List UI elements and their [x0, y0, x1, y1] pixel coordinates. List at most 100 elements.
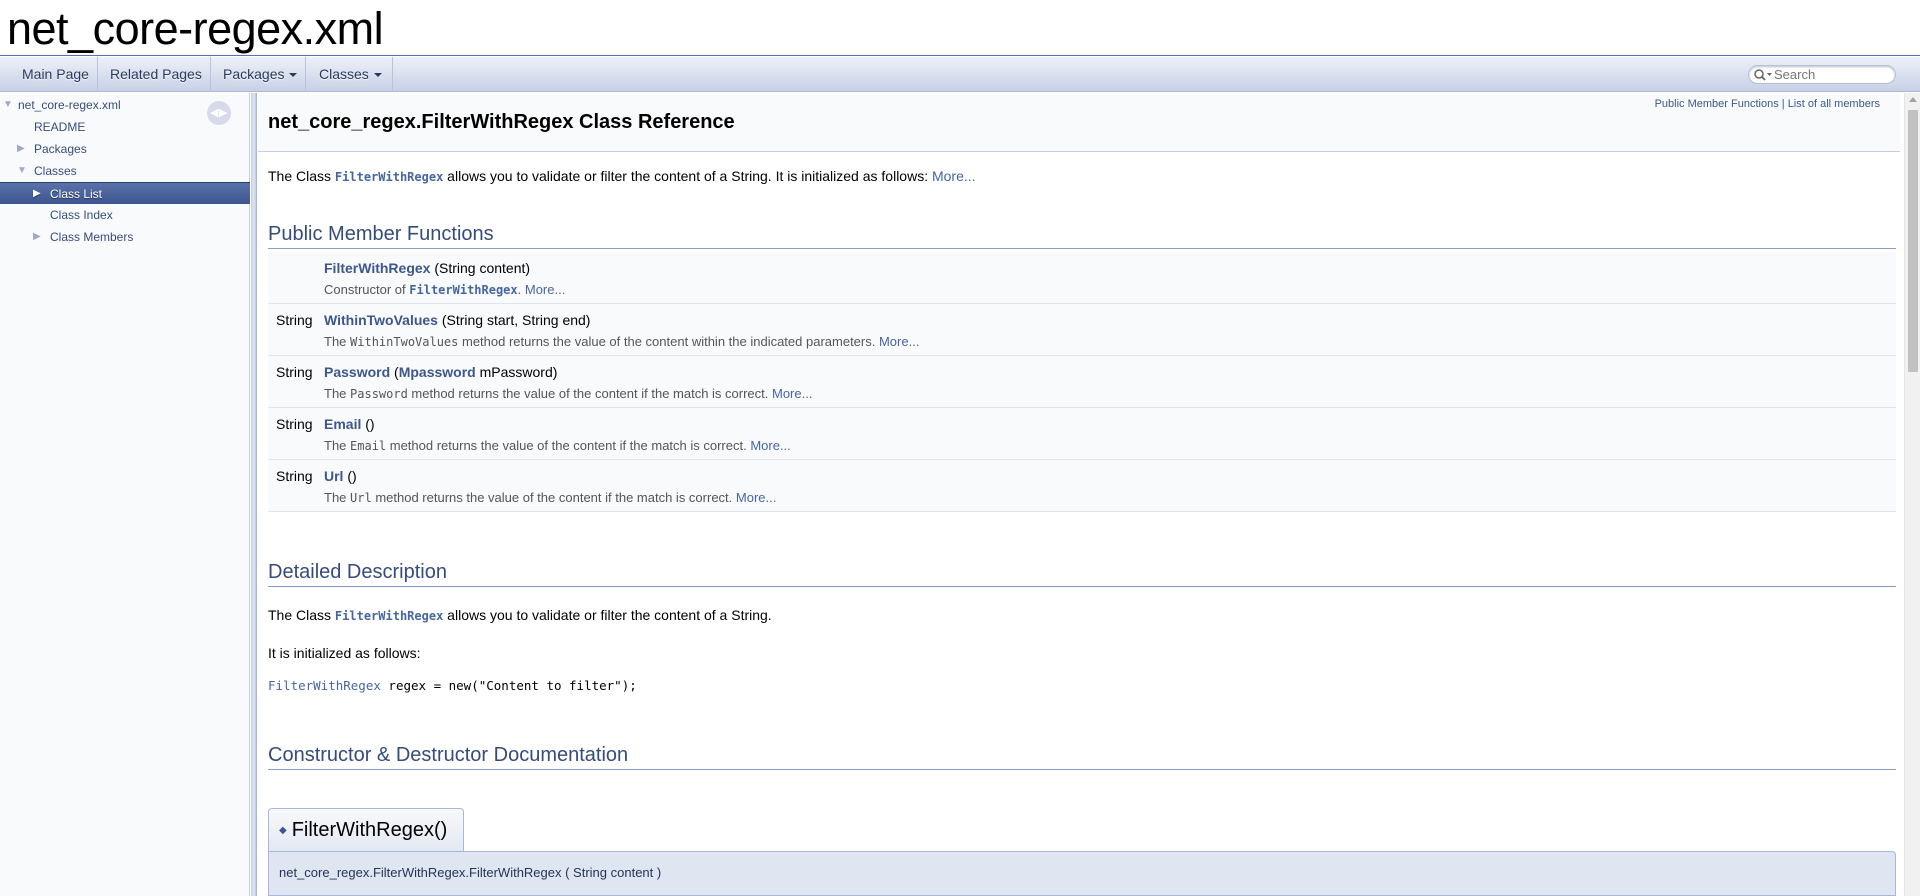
- member-args: (: [390, 364, 399, 380]
- member-signature: Email (): [324, 416, 375, 432]
- member-signature: Password (Mpassword mPassword): [324, 364, 557, 380]
- desc-code: Url: [350, 491, 372, 505]
- detailed-line-1: The Class FilterWithRegex allows you to …: [268, 607, 772, 623]
- page-title: net_core_regex.FilterWithRegex Class Ref…: [268, 111, 735, 133]
- desc-text: The: [324, 334, 351, 349]
- member-type: String: [276, 468, 313, 484]
- desc-text: method returns the value of the content …: [386, 438, 751, 453]
- tree-item-packages[interactable]: ▶ Packages: [0, 138, 250, 160]
- nav-classes-label: Classes: [319, 66, 369, 82]
- member-more-link[interactable]: More...: [525, 282, 565, 297]
- tree-item-root[interactable]: ▼ net_core-regex.xml: [0, 94, 250, 116]
- member-name-link[interactable]: WithinTwoValues: [324, 312, 438, 328]
- nav-packages[interactable]: Packages: [223, 57, 298, 92]
- tree-item-classes[interactable]: ▼ Classes: [0, 160, 250, 182]
- project-name: net_core-regex.xml: [7, 3, 384, 54]
- desc-text: method returns the value of the content …: [371, 490, 736, 505]
- detail-text: The Class: [268, 607, 335, 623]
- arg-type-link[interactable]: Mpassword: [399, 364, 476, 380]
- member-desc: The Url method returns the value of the …: [324, 490, 776, 505]
- member-desc: The Password method returns the value of…: [324, 386, 812, 401]
- resize-splitter[interactable]: [251, 93, 257, 896]
- tree-item-label: Class Members: [50, 230, 134, 244]
- member-more-link[interactable]: More...: [772, 386, 812, 401]
- member-args: (String start, String end): [437, 312, 591, 328]
- member-more-link[interactable]: More...: [750, 438, 790, 453]
- chevron-down-icon: [289, 73, 298, 78]
- brief-text: allows you to validate or filter the con…: [443, 168, 932, 184]
- tree-item-class-members[interactable]: ▶ Class Members: [0, 226, 250, 248]
- tree-item-label: Classes: [34, 164, 77, 178]
- chevron-down-icon: [373, 73, 382, 78]
- search-box[interactable]: [1748, 65, 1896, 84]
- member-name-link[interactable]: FilterWithRegex: [324, 260, 430, 276]
- nav-separator: [305, 57, 306, 92]
- collapsed-arrow-icon: ▶: [33, 188, 41, 199]
- desc-text: .: [517, 282, 525, 297]
- tree-item-class-list[interactable]: ▶ Class List: [0, 182, 250, 204]
- member-title: FilterWithRegex(): [291, 819, 448, 841]
- nav-separator: [97, 57, 98, 92]
- nav-related-pages[interactable]: Related Pages: [110, 57, 202, 92]
- brief-description: The Class FilterWithRegex allows you to …: [268, 168, 976, 184]
- desc-code: Password: [350, 387, 408, 401]
- tree-item-class-index[interactable]: Class Index: [0, 204, 250, 226]
- diamond-bullet-icon: ◆: [279, 825, 287, 837]
- member-args: mPassword): [475, 364, 558, 380]
- summary-separator: |: [1778, 98, 1788, 110]
- desc-code-link[interactable]: FilterWithRegex: [409, 283, 517, 297]
- member-desc: Constructor of FilterWithRegex. More...: [324, 282, 565, 297]
- nav-separator: [210, 57, 211, 92]
- member-table: FilterWithRegex (String content) Constru…: [268, 252, 1896, 512]
- code-example: FilterWithRegex regex = new("Content to …: [268, 678, 637, 693]
- member-type: String: [276, 312, 313, 328]
- desc-text: The: [324, 386, 351, 401]
- vertical-scrollbar[interactable]: [1904, 93, 1920, 896]
- table-row: String Url () The Url method returns the…: [268, 460, 1896, 512]
- search-icon[interactable]: [1753, 68, 1773, 82]
- summary-links: Public Member Functions | List of all me…: [1655, 98, 1880, 110]
- section-ctor-documentation: Constructor & Destructor Documentation: [268, 744, 1896, 770]
- member-type: String: [276, 364, 313, 380]
- table-row: String Password (Mpassword mPassword) Th…: [268, 356, 1896, 408]
- member-name-link[interactable]: Password: [324, 364, 390, 380]
- table-row: FilterWithRegex (String content) Constru…: [268, 252, 1896, 304]
- table-row: String Email () The Email method returns…: [268, 408, 1896, 460]
- member-args: (): [343, 468, 357, 484]
- desc-text: method returns the value of the content …: [407, 386, 772, 401]
- member-more-link[interactable]: More...: [879, 334, 919, 349]
- nav-separator: [392, 57, 393, 92]
- nav-classes[interactable]: Classes: [319, 57, 382, 92]
- member-args: (): [361, 416, 375, 432]
- summary-public-functions-link[interactable]: Public Member Functions: [1655, 98, 1779, 110]
- tree-item-readme[interactable]: README: [0, 116, 250, 138]
- main-nav-bar: Main Page Related Pages Packages Classes: [0, 57, 1920, 92]
- member-type: String: [276, 416, 313, 432]
- desc-text: The: [324, 438, 351, 453]
- member-desc: The WithinTwoValues method returns the v…: [324, 334, 919, 349]
- section-detailed-description: Detailed Description: [268, 561, 1896, 587]
- brief-more-link[interactable]: More...: [932, 168, 976, 184]
- scrollbar-thumb[interactable]: [1908, 110, 1918, 372]
- nav-main-page[interactable]: Main Page: [22, 57, 89, 92]
- detail-text: allows you to validate or filter the con…: [443, 607, 772, 623]
- brief-text: The Class: [268, 168, 335, 184]
- member-name-link[interactable]: Email: [324, 416, 361, 432]
- class-code-link[interactable]: FilterWithRegex: [335, 609, 443, 623]
- member-args: (String content): [430, 260, 531, 276]
- member-more-link[interactable]: More...: [736, 490, 776, 505]
- member-name-link[interactable]: Url: [324, 468, 343, 484]
- member-desc: The Email method returns the value of th…: [324, 438, 791, 453]
- code-class-link[interactable]: FilterWithRegex: [268, 678, 381, 693]
- class-code-link[interactable]: FilterWithRegex: [335, 170, 443, 184]
- code-text: regex = new("Content to filter");: [380, 678, 637, 693]
- scroll-up-icon[interactable]: [1909, 97, 1917, 102]
- expanded-arrow-icon: ▼: [17, 165, 27, 176]
- tree-item-label: Class List: [50, 187, 103, 201]
- summary-all-members-link[interactable]: List of all members: [1788, 98, 1880, 110]
- title-area: net_core-regex.xml: [0, 0, 1920, 56]
- search-input[interactable]: [1774, 67, 1892, 82]
- member-signature: Url (): [324, 468, 357, 484]
- section-public-functions: Public Member Functions: [268, 223, 1896, 249]
- desc-text: Constructor of: [324, 282, 410, 297]
